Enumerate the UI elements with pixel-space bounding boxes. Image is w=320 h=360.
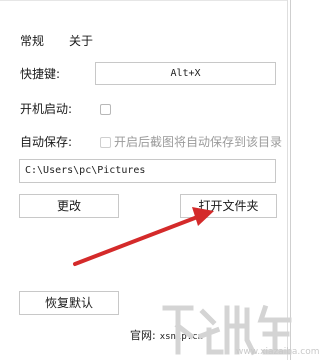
official-site-row: 官网: xsnip.cn [130, 329, 203, 344]
save-path-field[interactable]: C:\Users\pc\Pictures [19, 159, 276, 183]
autosave-checkbox[interactable] [100, 137, 111, 148]
autosave-option-text[interactable]: 开启后截图将自动保存到该目录 [114, 134, 282, 150]
window-top-border [0, 0, 288, 1]
window-outer-border [290, 0, 291, 360]
tab-general[interactable]: 常规 [20, 33, 44, 49]
official-site-link[interactable]: xsnip.cn [160, 332, 203, 342]
startup-checkbox[interactable] [100, 104, 111, 115]
official-site-label: 官网: [130, 329, 156, 342]
change-path-button[interactable]: 更改 [19, 194, 119, 218]
autosave-label: 自动保存: [20, 135, 73, 149]
open-folder-button[interactable]: 打开文件夹 [180, 194, 277, 218]
hotkey-input[interactable]: Alt+X [95, 62, 276, 85]
startup-label: 开机启动: [20, 102, 73, 116]
hotkey-label: 快捷键: [20, 67, 61, 81]
tab-about[interactable]: 关于 [69, 33, 93, 49]
watermark-site-text: www.xiazaiba.com [236, 347, 320, 357]
window-right-border [287, 0, 288, 360]
restore-defaults-button[interactable]: 恢复默认 [19, 291, 119, 315]
